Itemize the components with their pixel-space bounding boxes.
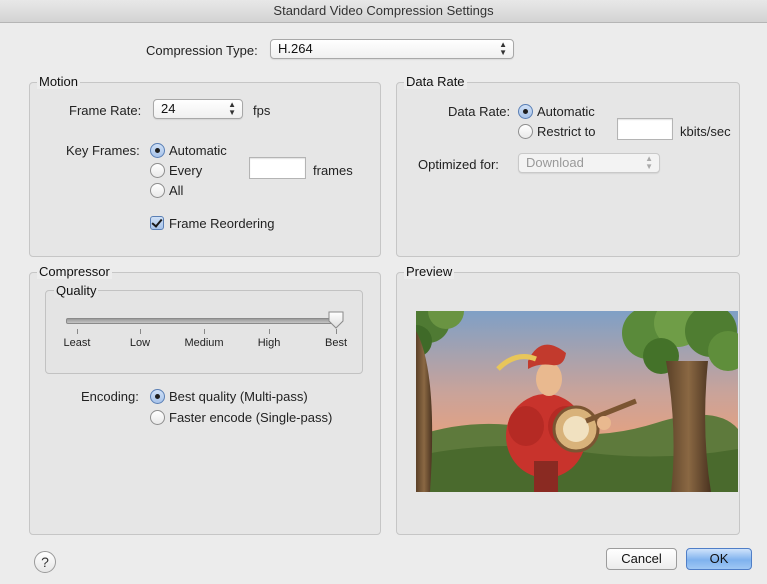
key-frames-every-radio[interactable] (150, 163, 165, 178)
quality-tick (77, 329, 78, 334)
key-frames-every-unit: frames (313, 163, 353, 178)
quality-group-title: Quality (54, 283, 99, 298)
quality-slider-track[interactable] (66, 318, 340, 324)
popup-arrows-icon: ▲ ▼ (645, 154, 653, 171)
frame-rate-value: 24 (161, 101, 176, 116)
encoding-singlepass-radio[interactable] (150, 410, 165, 425)
key-frames-automatic-radio[interactable] (150, 143, 165, 158)
encoding-label: Encoding: (81, 389, 139, 404)
popup-arrows-icon: ▲ ▼ (499, 40, 507, 57)
quality-tick (204, 329, 205, 334)
quality-tick-label: High (257, 337, 281, 349)
optimized-for-label: Optimized for: (418, 157, 499, 172)
key-frames-every-input[interactable] (249, 157, 306, 179)
cancel-button-label: Cancel (621, 551, 662, 566)
data-rate-group-title: Data Rate (404, 74, 467, 89)
frame-rate-popup[interactable]: 24 ▲ ▼ (153, 99, 243, 119)
key-frames-automatic-label: Automatic (169, 143, 227, 158)
data-rate-restrict-input[interactable] (617, 118, 673, 140)
help-button[interactable]: ? (34, 551, 56, 573)
preview-group-title: Preview (404, 264, 455, 279)
compression-type-label: Compression Type: (146, 43, 258, 58)
data-rate-unit: kbits/sec (680, 124, 731, 139)
quality-slider-thumb[interactable] (328, 311, 344, 329)
quality-tick-label: Least (63, 337, 91, 349)
window-title: Standard Video Compression Settings (273, 3, 494, 18)
optimized-for-value: Download (526, 155, 584, 170)
motion-group-title: Motion (37, 74, 81, 89)
quality-tick-label: Medium (184, 337, 224, 349)
preview-image (416, 311, 738, 492)
quality-tick (269, 329, 270, 334)
data-rate-restrict-label: Restrict to (537, 124, 596, 139)
encoding-multipass-label: Best quality (Multi-pass) (169, 389, 308, 404)
quality-tick-label: Low (129, 337, 151, 349)
optimized-for-popup[interactable]: Download ▲ ▼ (518, 153, 660, 173)
quality-tick (140, 329, 141, 334)
data-rate-automatic-label: Automatic (537, 104, 595, 119)
window-title-bar: Standard Video Compression Settings (0, 0, 767, 23)
encoding-singlepass-label: Faster encode (Single-pass) (169, 410, 333, 425)
frame-rate-label: Frame Rate: (69, 103, 142, 118)
frame-reordering-label: Frame Reordering (169, 216, 275, 231)
key-frames-every-label: Every (169, 163, 203, 178)
cancel-button[interactable]: Cancel (606, 548, 677, 570)
preview-illustration (416, 311, 738, 492)
ok-button-label: OK (709, 551, 729, 566)
encoding-multipass-radio[interactable] (150, 389, 165, 404)
compression-type-value: H.264 (278, 41, 313, 56)
data-rate-label: Data Rate: (448, 104, 511, 119)
ok-button[interactable]: OK (686, 548, 752, 570)
key-frames-all-radio[interactable] (150, 183, 165, 198)
compression-type-popup[interactable]: H.264 ▲ ▼ (270, 39, 514, 59)
data-rate-restrict-radio[interactable] (518, 124, 533, 139)
key-frames-all-label: All (169, 183, 184, 198)
quality-tick-label: Best (324, 337, 347, 349)
popup-arrows-icon: ▲ ▼ (228, 100, 236, 117)
data-rate-automatic-radio[interactable] (518, 104, 533, 119)
compressor-group-title: Compressor (37, 264, 112, 279)
key-frames-label: Key Frames: (66, 143, 140, 158)
quality-tick (336, 329, 337, 334)
frame-reordering-checkbox[interactable] (150, 216, 164, 230)
frame-rate-unit: fps (253, 103, 271, 118)
help-icon: ? (41, 554, 49, 570)
